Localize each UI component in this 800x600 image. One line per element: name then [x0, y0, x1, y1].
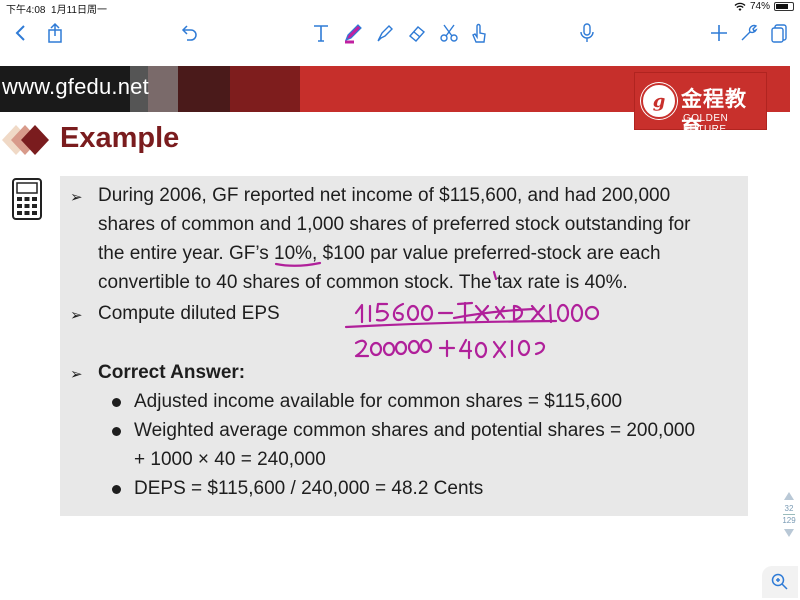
bullet-arrow: ➢: [70, 189, 83, 206]
answer-heading: Correct Answer:: [98, 362, 246, 383]
battery-percent: 74%: [749, 1, 770, 12]
zoom-button[interactable]: [762, 566, 798, 598]
answer-line: Adjusted income available for common sha…: [134, 391, 623, 412]
plus-icon[interactable]: [706, 20, 732, 46]
text-tool-icon[interactable]: [308, 20, 334, 46]
pages-icon[interactable]: [766, 20, 792, 46]
pen-tool-icon[interactable]: [340, 20, 366, 46]
slide-page: www.gfedu.net g 金程教育 GOLDEN FUTURE Examp…: [0, 66, 790, 600]
lasso-scissors-icon[interactable]: [436, 20, 462, 46]
compute-prompt: Compute diluted EPS: [98, 303, 280, 324]
eraser-icon[interactable]: [404, 20, 430, 46]
example-content-box: ➢ During 2006, GF reported net income of…: [60, 176, 748, 516]
page-navigator[interactable]: 32 129: [780, 492, 798, 552]
next-page-arrow-icon[interactable]: [784, 529, 794, 537]
share-icon[interactable]: [42, 20, 68, 46]
answer-line-continued: + 1000 × 40 = 240,000: [134, 449, 326, 470]
hand-pointer-icon[interactable]: [466, 20, 492, 46]
answer-line: Weighted average common shares and poten…: [134, 420, 696, 441]
logo-english-name: GOLDEN FUTURE: [683, 113, 729, 135]
bullet-text-line: shares of common and 1,000 shares of pre…: [98, 214, 691, 235]
bullet-text-line: convertible to 40 shares of common stock…: [98, 272, 628, 293]
undo-icon[interactable]: [176, 20, 202, 46]
bullet-text-line: During 2006, GF reported net income of $…: [98, 185, 671, 206]
zoom-magnifier-icon: [771, 573, 788, 590]
answer-bullet-dot: [112, 485, 121, 494]
battery-icon: [774, 2, 794, 11]
answer-bullet-dot: [112, 398, 121, 407]
logo-seal-icon: g: [641, 83, 677, 119]
previous-page-arrow-icon[interactable]: [784, 492, 794, 500]
bullet-arrow: ➢: [70, 366, 83, 383]
microphone-icon[interactable]: [574, 20, 600, 46]
calculator-icon: [12, 178, 42, 220]
current-page-number: 32: [784, 504, 794, 513]
annotation-toolbar: [0, 16, 800, 52]
page-title: Example: [60, 122, 180, 154]
bullet-text-line: the entire year. GF’s 10%, $100 par valu…: [98, 243, 661, 264]
wifi-icon: [734, 2, 746, 11]
status-right: 74%: [734, 1, 794, 12]
status-time: 下午4:08 1月11日周一: [6, 5, 107, 16]
wrench-icon[interactable]: [736, 20, 762, 46]
highlighter-icon[interactable]: [372, 20, 398, 46]
title-diamond-icon: [2, 125, 49, 155]
total-pages: 129: [782, 516, 796, 525]
answer-bullet-dot: [112, 427, 121, 436]
banner-url: www.gfedu.net: [2, 74, 149, 99]
company-logo: g 金程教育 GOLDEN FUTURE: [634, 72, 767, 141]
answer-line: DEPS = $115,600 / 240,000 = 48.2 Cents: [134, 478, 484, 499]
status-bar: 下午4:08 1月11日周一 74%: [0, 0, 800, 16]
back-chevron-icon[interactable]: [8, 20, 34, 46]
bullet-arrow: ➢: [70, 307, 83, 324]
